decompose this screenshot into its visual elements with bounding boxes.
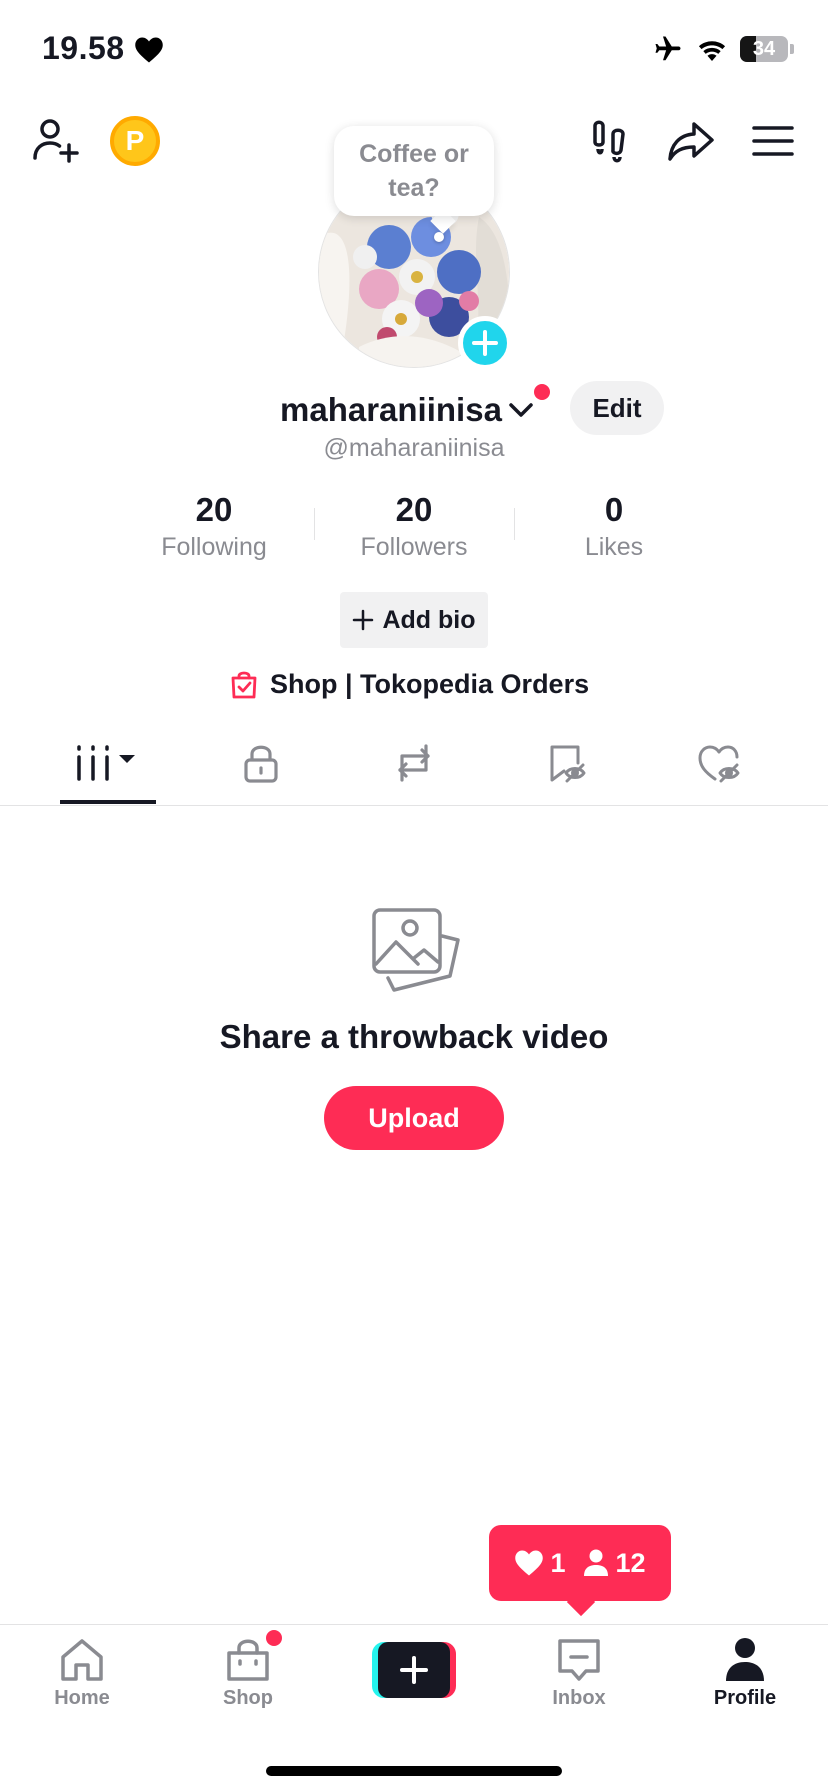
coins-button[interactable]: P bbox=[110, 116, 160, 166]
profile-tabs bbox=[0, 720, 828, 806]
plus-icon bbox=[400, 1656, 428, 1684]
nav-profile[interactable]: Profile bbox=[685, 1637, 805, 1727]
tab-reposts[interactable] bbox=[364, 720, 464, 806]
empty-state-title: Share a throwback video bbox=[219, 1018, 609, 1055]
add-bio-label: Add bio bbox=[382, 605, 476, 634]
shop-notification-dot bbox=[266, 1630, 282, 1646]
activity-notification-bubble[interactable]: 1 12 bbox=[489, 1525, 671, 1601]
status-time: 19.58 bbox=[42, 30, 125, 66]
tab-favorites[interactable] bbox=[517, 720, 617, 806]
status-icons: 34 bbox=[652, 34, 794, 64]
heart-icon bbox=[135, 37, 163, 63]
note-bubble-dot bbox=[434, 232, 444, 242]
home-icon bbox=[61, 1639, 103, 1681]
shopping-bag-icon bbox=[227, 1639, 269, 1681]
nav-inbox-label: Inbox bbox=[552, 1687, 606, 1709]
followers-count: 12 bbox=[583, 1547, 646, 1579]
status-bar: 19.58 34 bbox=[0, 0, 828, 100]
shopping-bag-icon bbox=[231, 671, 257, 699]
share-arrow-icon bbox=[668, 122, 714, 161]
stat-divider bbox=[514, 508, 515, 540]
edit-profile-button[interactable]: Edit bbox=[570, 381, 664, 435]
followers-count-value: 12 bbox=[615, 1547, 646, 1578]
stat-label: Likes bbox=[584, 533, 644, 561]
username-handle: @maharaniinisa bbox=[323, 434, 505, 462]
nav-home-label: Home bbox=[54, 1687, 110, 1709]
account-switcher[interactable]: maharaniinisa bbox=[280, 385, 536, 435]
heart-icon bbox=[515, 1550, 544, 1576]
inbox-message-icon bbox=[558, 1639, 600, 1681]
nav-home[interactable]: Home bbox=[22, 1637, 142, 1727]
tab-private[interactable] bbox=[211, 720, 311, 806]
shop-orders-link[interactable]: Shop | Tokopedia Orders bbox=[230, 662, 589, 706]
share-profile-button[interactable] bbox=[666, 116, 716, 166]
stat-label: Followers bbox=[360, 533, 468, 561]
upload-button[interactable]: Upload bbox=[324, 1086, 504, 1150]
nav-profile-label: Profile bbox=[713, 1687, 777, 1709]
airplane-mode-icon bbox=[655, 36, 681, 61]
person-icon bbox=[584, 1549, 609, 1576]
add-bio-button[interactable]: Add bio bbox=[340, 592, 488, 648]
footprints-icon bbox=[593, 120, 625, 163]
photo-stack-icon bbox=[372, 908, 460, 992]
profile-stats: 20 Following 20 Followers 0 Likes bbox=[114, 490, 714, 561]
stat-divider bbox=[314, 508, 315, 540]
battery-percentage: 34 bbox=[752, 38, 776, 60]
likes-count-value: 1 bbox=[550, 1547, 566, 1578]
repost-icon bbox=[398, 744, 430, 782]
chevron-down-icon bbox=[509, 403, 533, 417]
wifi-icon bbox=[698, 41, 726, 61]
stat-likes[interactable]: 0 Likes bbox=[514, 490, 714, 561]
home-indicator bbox=[266, 1766, 562, 1776]
create-button-face bbox=[378, 1642, 450, 1698]
likes-count: 1 bbox=[514, 1548, 565, 1579]
tab-liked[interactable] bbox=[670, 720, 770, 806]
add-user-icon bbox=[33, 119, 79, 163]
menu-button[interactable] bbox=[748, 116, 798, 166]
stat-value: 0 bbox=[604, 491, 624, 528]
nav-inbox[interactable]: Inbox bbox=[519, 1637, 639, 1727]
note-bubble[interactable]: Coffee or tea? bbox=[334, 126, 494, 216]
stat-following[interactable]: 20 Following bbox=[114, 490, 314, 561]
notification-dot bbox=[534, 384, 550, 400]
create-video-button[interactable] bbox=[372, 1642, 456, 1698]
add-friend-button[interactable] bbox=[30, 114, 82, 166]
videos-grid-icon bbox=[77, 745, 135, 781]
hidden-heart-icon bbox=[698, 745, 740, 783]
active-tab-indicator bbox=[60, 800, 156, 804]
battery-cap bbox=[790, 44, 794, 54]
add-story-button[interactable] bbox=[458, 316, 512, 370]
tab-videos[interactable] bbox=[58, 720, 158, 806]
stat-followers[interactable]: 20 Followers bbox=[314, 490, 514, 561]
hamburger-menu-icon bbox=[752, 126, 794, 156]
stat-value: 20 bbox=[195, 491, 233, 528]
hidden-bookmark-icon bbox=[550, 745, 586, 783]
stat-value: 20 bbox=[395, 491, 433, 528]
shop-orders-label: Shop | Tokopedia Orders bbox=[270, 668, 590, 699]
battery-indicator: 34 bbox=[740, 36, 788, 62]
coin-icon: P bbox=[125, 125, 145, 156]
display-name: maharaniinisa bbox=[280, 391, 502, 428]
profile-person-icon bbox=[726, 1638, 764, 1681]
plus-icon bbox=[472, 330, 498, 356]
nav-shop[interactable]: Shop bbox=[188, 1637, 308, 1727]
profile-views-button[interactable] bbox=[586, 116, 636, 166]
nav-shop-label: Shop bbox=[223, 1687, 273, 1709]
plus-icon bbox=[353, 609, 374, 631]
stat-label: Following bbox=[161, 533, 267, 561]
lock-icon bbox=[244, 745, 278, 783]
